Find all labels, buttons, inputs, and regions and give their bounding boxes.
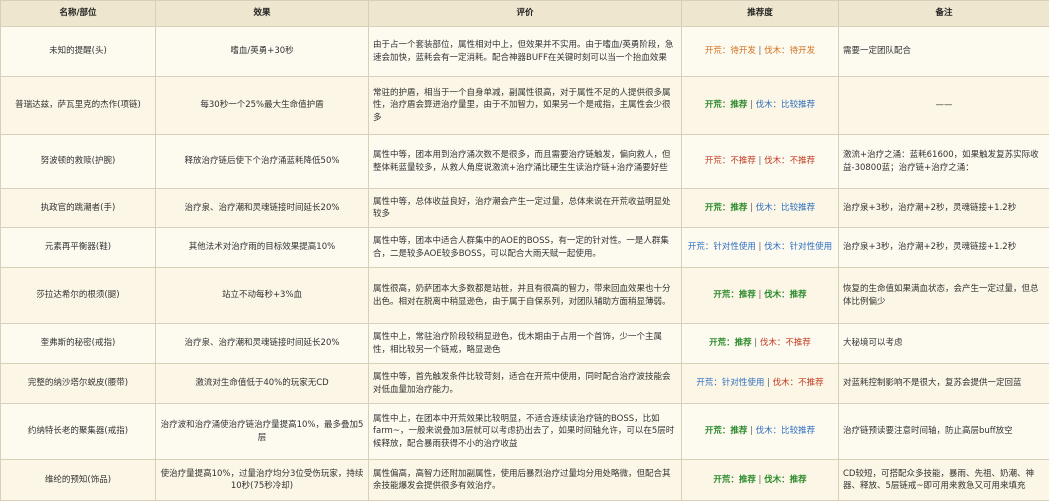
cell-note: 对蓝耗控制影响不是很大，复苏会提供一定回蓝 — [839, 364, 1049, 404]
rec-farm: 伐木：比较推荐 — [756, 426, 816, 436]
cell-review: 属性很高，奶萨团本大多数都是站桩，并且有很高的智力，带来回血效果也十分出色。相对… — [369, 268, 682, 324]
cell-effect: 每30秒一个25%最大生命值护盾 — [156, 77, 369, 135]
cell-name: 完整的纳沙塔尔蜕皮(腰带) — [1, 364, 156, 404]
header-note: 备注 — [839, 1, 1049, 27]
table-row: 努波顿的救赎(护腕)释放治疗链后使下个治疗涌蓝耗降低50%属性中等，团本用到治疗… — [1, 135, 1049, 189]
rec-farm: 伐木：比较推荐 — [756, 100, 816, 110]
cell-note: 治疗泉+3秒，治疗潮+2秒，灵魂链接+1.2秒 — [839, 189, 1049, 228]
header-rec: 推荐度 — [682, 1, 839, 27]
rec-separator: | — [756, 156, 764, 166]
cell-recommend: 开荒：推荐 | 伐木：比较推荐 — [682, 77, 839, 135]
header-name: 名称/部位 — [1, 1, 156, 27]
table-row: 未知的提醒(头)嗜血/英勇+30秒由于占一个套装部位，属性相对中上，但效果并不实… — [1, 27, 1049, 77]
cell-review: 常驻的护盾，相当于一个自身单减，副属性很高，对于属性不足的人提供很多属性，治疗盾… — [369, 77, 682, 135]
cell-name: 维纶的预知(饰品) — [1, 460, 156, 501]
cell-recommend: 开荒：推荐 | 伐木：比较推荐 — [682, 189, 839, 228]
rec-raid-progression: 开荒：推荐 — [713, 475, 756, 485]
rec-separator: | — [747, 203, 755, 213]
cell-name: 努波顿的救赎(护腕) — [1, 135, 156, 189]
rec-farm: 伐木：针对性使用 — [764, 242, 832, 252]
cell-recommend: 开荒：推荐 | 伐木：比较推荐 — [682, 404, 839, 460]
rec-farm: 伐木：比较推荐 — [756, 203, 816, 213]
rec-separator: | — [752, 338, 760, 348]
rec-raid-progression: 开荒：针对性使用 — [696, 378, 764, 388]
table-row: 普瑞达兹，萨瓦里克的杰作(项链)每30秒一个25%最大生命值护盾常驻的护盾，相当… — [1, 77, 1049, 135]
table-row: 奎弗斯的秘密(戒指)治疗泉、治疗潮和灵魂链接时间延长20%属性中上，常驻治疗阶段… — [1, 324, 1049, 364]
cell-review: 由于占一个套装部位，属性相对中上，但效果并不实用。由于嗜血/英勇阶段，急速会加快… — [369, 27, 682, 77]
cell-recommend: 开荒：推荐 | 伐木：推荐 — [682, 268, 839, 324]
rec-raid-progression: 开荒：待开发 — [705, 46, 756, 56]
cell-effect: 嗜血/英勇+30秒 — [156, 27, 369, 77]
table-row: 执政官的跳潮者(手)治疗泉、治疗潮和灵魂链接时间延长20%属性中等，总体收益良好… — [1, 189, 1049, 228]
cell-recommend: 开荒：待开发 | 伐木：待开发 — [682, 27, 839, 77]
cell-recommend: 开荒：推荐 | 伐木：不推荐 — [682, 324, 839, 364]
table-row: 元素再平衡器(鞋)其他法术对治疗雨的目标效果提高10%属性中等，团本中适合人群集… — [1, 228, 1049, 268]
cell-note: 恢复的生命值如果满血状态，会产生一定过量，但总体比例偏少 — [839, 268, 1049, 324]
cell-effect: 使治疗量提高10%，过量治疗均分3位受伤玩家，持续10秒(75秒冷却) — [156, 460, 369, 501]
cell-review: 属性中上，在团本中开荒效果比较明显，不适合连续读治疗链的BOSS，比如farm~… — [369, 404, 682, 460]
cell-review: 属性中等，首先触发条件比较苛刻，适合在开荒中使用，同时配合治疗波技能会对低血量加… — [369, 364, 682, 404]
cell-note: 大秘境可以考虑 — [839, 324, 1049, 364]
cell-name: 莎拉达希尔的根须(腿) — [1, 268, 156, 324]
cell-review: 属性中等，团本用到治疗涌次数不是很多，而且需要治疗链触发，偏向救人，但整体耗蓝量… — [369, 135, 682, 189]
cell-effect: 释放治疗链后使下个治疗涌蓝耗降低50% — [156, 135, 369, 189]
cell-effect: 治疗波和治疗涌使治疗链治疗量提高10%，最多叠加5层 — [156, 404, 369, 460]
cell-note: 治疗链预读要注意时间轴，防止高层buff放空 — [839, 404, 1049, 460]
cell-review: 属性中等，总体收益良好，治疗潮会产生一定过量，总体来说在开荒收益明显处较多 — [369, 189, 682, 228]
cell-effect: 治疗泉、治疗潮和灵魂链接时间延长20% — [156, 324, 369, 364]
equipment-table: 名称/部位 效果 评价 推荐度 备注 未知的提醒(头)嗜血/英勇+30秒由于占一… — [0, 0, 1049, 501]
cell-note: 激流+治疗之涌：蓝耗61600，如果触发复苏实际收益-30800蓝；治疗链+治疗… — [839, 135, 1049, 189]
header-review: 评价 — [369, 1, 682, 27]
cell-recommend: 开荒：不推荐 | 伐木：不推荐 — [682, 135, 839, 189]
cell-effect: 其他法术对治疗雨的目标效果提高10% — [156, 228, 369, 268]
rec-farm: 伐木：不推荐 — [760, 338, 811, 348]
cell-effect: 站立不动每秒+3%血 — [156, 268, 369, 324]
rec-separator: | — [756, 46, 764, 56]
rec-raid-progression: 开荒：推荐 — [705, 203, 748, 213]
rec-farm: 伐木：推荐 — [764, 475, 807, 485]
rec-raid-progression: 开荒：推荐 — [709, 338, 752, 348]
cell-effect: 治疗泉、治疗潮和灵魂链接时间延长20% — [156, 189, 369, 228]
cell-name: 约纳特长老的聚集器(戒指) — [1, 404, 156, 460]
table-row: 约纳特长老的聚集器(戒指)治疗波和治疗涌使治疗链治疗量提高10%，最多叠加5层属… — [1, 404, 1049, 460]
table-row: 完整的纳沙塔尔蜕皮(腰带)激流对生命值低于40%的玩家无CD属性中等，首先触发条… — [1, 364, 1049, 404]
cell-recommend: 开荒：针对性使用 | 伐木：针对性使用 — [682, 228, 839, 268]
cell-effect: 激流对生命值低于40%的玩家无CD — [156, 364, 369, 404]
header-effect: 效果 — [156, 1, 369, 27]
header-row: 名称/部位 效果 评价 推荐度 备注 — [1, 1, 1049, 27]
rec-farm: 伐木：待开发 — [764, 46, 815, 56]
rec-separator: | — [756, 290, 764, 300]
rec-separator: | — [764, 378, 772, 388]
table-row: 维纶的预知(饰品)使治疗量提高10%，过量治疗均分3位受伤玩家，持续10秒(75… — [1, 460, 1049, 501]
rec-separator: | — [756, 242, 764, 252]
rec-farm: 伐木：不推荐 — [764, 156, 815, 166]
cell-review: 属性中上，常驻治疗阶段较稍显逊色，伐木期由于占用一个首饰，少一个主属性，相比较另… — [369, 324, 682, 364]
cell-name: 执政官的跳潮者(手) — [1, 189, 156, 228]
rec-raid-progression: 开荒：不推荐 — [705, 156, 756, 166]
cell-recommend: 开荒：推荐 | 伐木：推荐 — [682, 460, 839, 501]
cell-note: 需要一定团队配合 — [839, 27, 1049, 77]
rec-raid-progression: 开荒：推荐 — [713, 290, 756, 300]
cell-name: 未知的提醒(头) — [1, 27, 156, 77]
cell-note: —— — [839, 77, 1049, 135]
cell-note: 治疗泉+3秒，治疗潮+2秒，灵魂链接+1.2秒 — [839, 228, 1049, 268]
rec-farm: 伐木：不推荐 — [773, 378, 824, 388]
rec-farm: 伐木：推荐 — [764, 290, 807, 300]
cell-name: 普瑞达兹，萨瓦里克的杰作(项链) — [1, 77, 156, 135]
cell-name: 奎弗斯的秘密(戒指) — [1, 324, 156, 364]
rec-separator: | — [747, 100, 755, 110]
cell-review: 属性中等，团本中适合人群集中的AOE的BOSS，有一定的针对性。一是人群集合，二… — [369, 228, 682, 268]
rec-separator: | — [747, 426, 755, 436]
rec-raid-progression: 开荒：推荐 — [705, 426, 748, 436]
cell-name: 元素再平衡器(鞋) — [1, 228, 156, 268]
cell-review: 属性偏高，高智力还附加副属性，使用后暴烈治疗过量均分用处略微，但配合其余技能爆发… — [369, 460, 682, 501]
cell-recommend: 开荒：针对性使用 | 伐木：不推荐 — [682, 364, 839, 404]
cell-note: CD较短，可搭配众多技能，暴雨、先祖、奶潮、神器、释放、5层链戒~即可用来救急又… — [839, 460, 1049, 501]
table-row: 莎拉达希尔的根须(腿)站立不动每秒+3%血属性很高，奶萨团本大多数都是站桩，并且… — [1, 268, 1049, 324]
rec-raid-progression: 开荒：推荐 — [705, 100, 748, 110]
rec-raid-progression: 开荒：针对性使用 — [688, 242, 756, 252]
rec-separator: | — [756, 475, 764, 485]
